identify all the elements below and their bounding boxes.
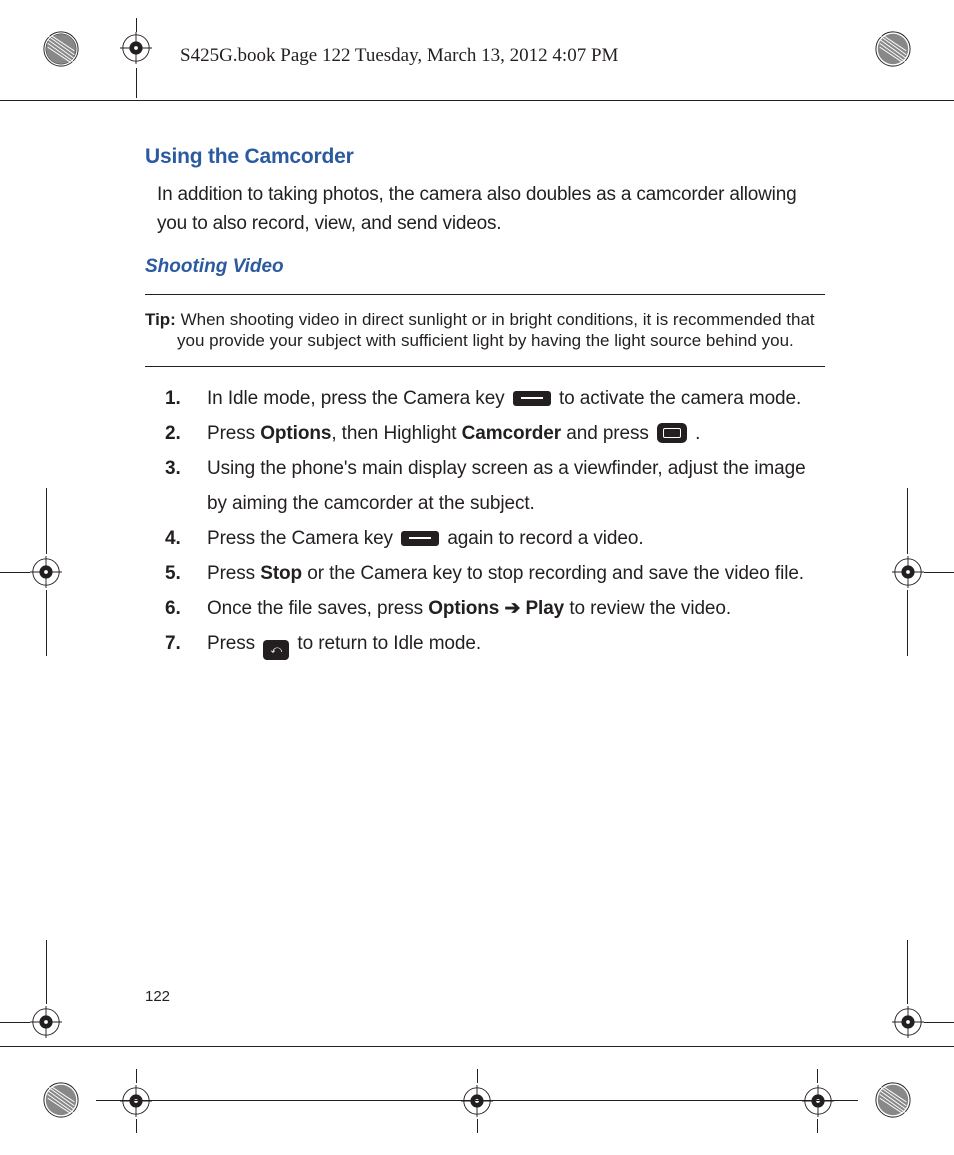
step-number: 6.: [165, 591, 181, 626]
crop-tick: [46, 488, 47, 554]
step-item: 3.Using the phone's main display screen …: [165, 451, 825, 521]
crop-tick: [817, 1119, 818, 1133]
step-item: 4.Press the Camera key again to record a…: [165, 521, 825, 556]
bold-text: Play: [525, 598, 564, 619]
crop-tick: [46, 590, 47, 656]
step-number: 3.: [165, 451, 181, 486]
crop-tick: [0, 572, 30, 573]
bold-text: Options: [428, 598, 499, 619]
rule-line: [0, 100, 954, 101]
step-item: 7.Press ⤺ to return to Idle mode.: [165, 626, 825, 661]
step-number: 5.: [165, 556, 181, 591]
crop-tick: [477, 1069, 478, 1083]
steps-list: 1.In Idle mode, press the Camera key to …: [165, 381, 825, 662]
crop-tick: [817, 1069, 818, 1083]
step-item: 6.Once the file saves, press Options ➔ P…: [165, 591, 825, 626]
content-area: Using the Camcorder In addition to takin…: [145, 145, 825, 662]
crop-tick: [477, 1119, 478, 1133]
section-title: Using the Camcorder: [145, 145, 825, 169]
crop-tick: [907, 488, 908, 554]
intro-text: In addition to taking photos, the camera…: [157, 181, 825, 238]
step-number: 2.: [165, 416, 181, 451]
crop-tick: [136, 18, 137, 32]
step-item: 5.Press Stop or the Camera key to stop r…: [165, 556, 825, 591]
crosshair-mark-icon: [892, 1006, 924, 1038]
crosshair-mark-icon: [120, 32, 152, 64]
crop-tick: [907, 590, 908, 656]
bold-text: Stop: [260, 563, 302, 584]
crosshair-mark-icon: [892, 556, 924, 588]
step-number: 7.: [165, 626, 181, 661]
step-number: 1.: [165, 381, 181, 416]
camera-key-icon: [513, 391, 551, 406]
crop-tick: [136, 68, 137, 98]
crosshair-mark-icon: [120, 1085, 152, 1117]
crosshair-mark-icon: [30, 1006, 62, 1038]
crop-tick: [136, 1119, 137, 1133]
crosshair-mark-icon: [461, 1085, 493, 1117]
step-number: 4.: [165, 521, 181, 556]
bold-text: Options: [260, 423, 331, 444]
rule-line: [96, 1100, 858, 1101]
tip-block: Tip: When shooting video in direct sunli…: [145, 294, 825, 367]
step-item: 1.In Idle mode, press the Camera key to …: [165, 381, 825, 416]
registration-mark-icon: [42, 1081, 80, 1119]
page-number: 122: [145, 988, 170, 1005]
select-key-icon: [657, 423, 687, 443]
crop-tick: [907, 940, 908, 1004]
crop-tick: [0, 1022, 30, 1023]
camera-key-icon: [401, 531, 439, 546]
bold-text: Camcorder: [462, 423, 561, 444]
tip-text: When shooting video in direct sunlight o…: [177, 310, 815, 350]
registration-mark-icon: [874, 1081, 912, 1119]
rule-line: [0, 1046, 954, 1047]
sub-title: Shooting Video: [145, 256, 825, 278]
end-key-icon: ⤺: [263, 640, 289, 660]
crop-tick: [924, 1022, 954, 1023]
step-item: 2.Press Options, then Highlight Camcorde…: [165, 416, 825, 451]
crop-tick: [924, 572, 954, 573]
registration-mark-icon: [874, 30, 912, 68]
crosshair-mark-icon: [30, 556, 62, 588]
crop-tick: [46, 940, 47, 1004]
crop-tick: [136, 1069, 137, 1083]
arrow-icon: ➔: [504, 598, 520, 619]
registration-mark-icon: [42, 30, 80, 68]
tip-label: Tip:: [145, 310, 176, 329]
page-header: S425G.book Page 122 Tuesday, March 13, 2…: [180, 45, 618, 67]
crosshair-mark-icon: [802, 1085, 834, 1117]
